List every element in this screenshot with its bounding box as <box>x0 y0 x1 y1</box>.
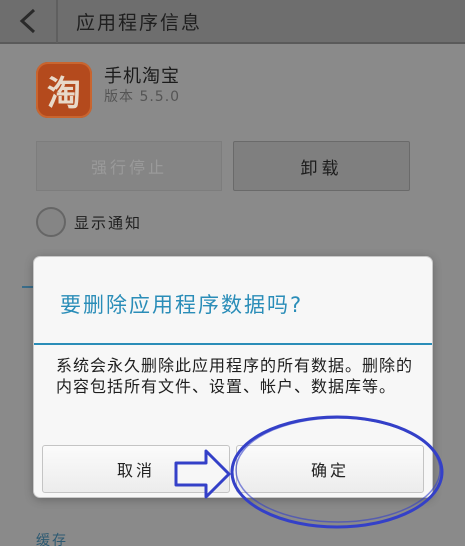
app-version: 版本 5.5.0 <box>104 89 181 105</box>
show-notifications-row[interactable]: 显示通知 <box>36 207 142 237</box>
force-stop-button[interactable]: 强行停止 <box>36 141 222 191</box>
taobao-app-icon: 淘 <box>36 62 92 118</box>
cancel-button[interactable]: 取消 <box>42 445 230 493</box>
top-bar: 应用程序信息 <box>0 0 465 44</box>
dialog-title: 要删除应用程序数据吗? <box>60 293 304 317</box>
app-icon-glyph: 淘 <box>47 73 81 114</box>
chevron-left-icon <box>19 8 36 34</box>
dialog-title-divider <box>34 343 432 345</box>
dialog-button-row: 取消 确定 <box>34 441 432 497</box>
cache-section-header: 缓存 <box>36 533 68 546</box>
uninstall-button[interactable]: 卸载 <box>233 141 410 191</box>
show-notifications-label: 显示通知 <box>74 213 143 232</box>
back-button[interactable] <box>0 0 58 43</box>
app-name: 手机淘宝 <box>104 66 180 87</box>
page-title: 应用程序信息 <box>76 11 203 34</box>
clear-data-dialog: 要删除应用程序数据吗? 系统会永久删除此应用程序的所有数据。删除的内容包括所有文… <box>34 257 432 497</box>
show-notifications-checkbox[interactable] <box>36 207 66 237</box>
dialog-message: 系统会永久删除此应用程序的所有数据。删除的内容包括所有文件、设置、帐户、数据库等… <box>56 356 414 396</box>
confirm-button[interactable]: 确定 <box>236 445 424 493</box>
